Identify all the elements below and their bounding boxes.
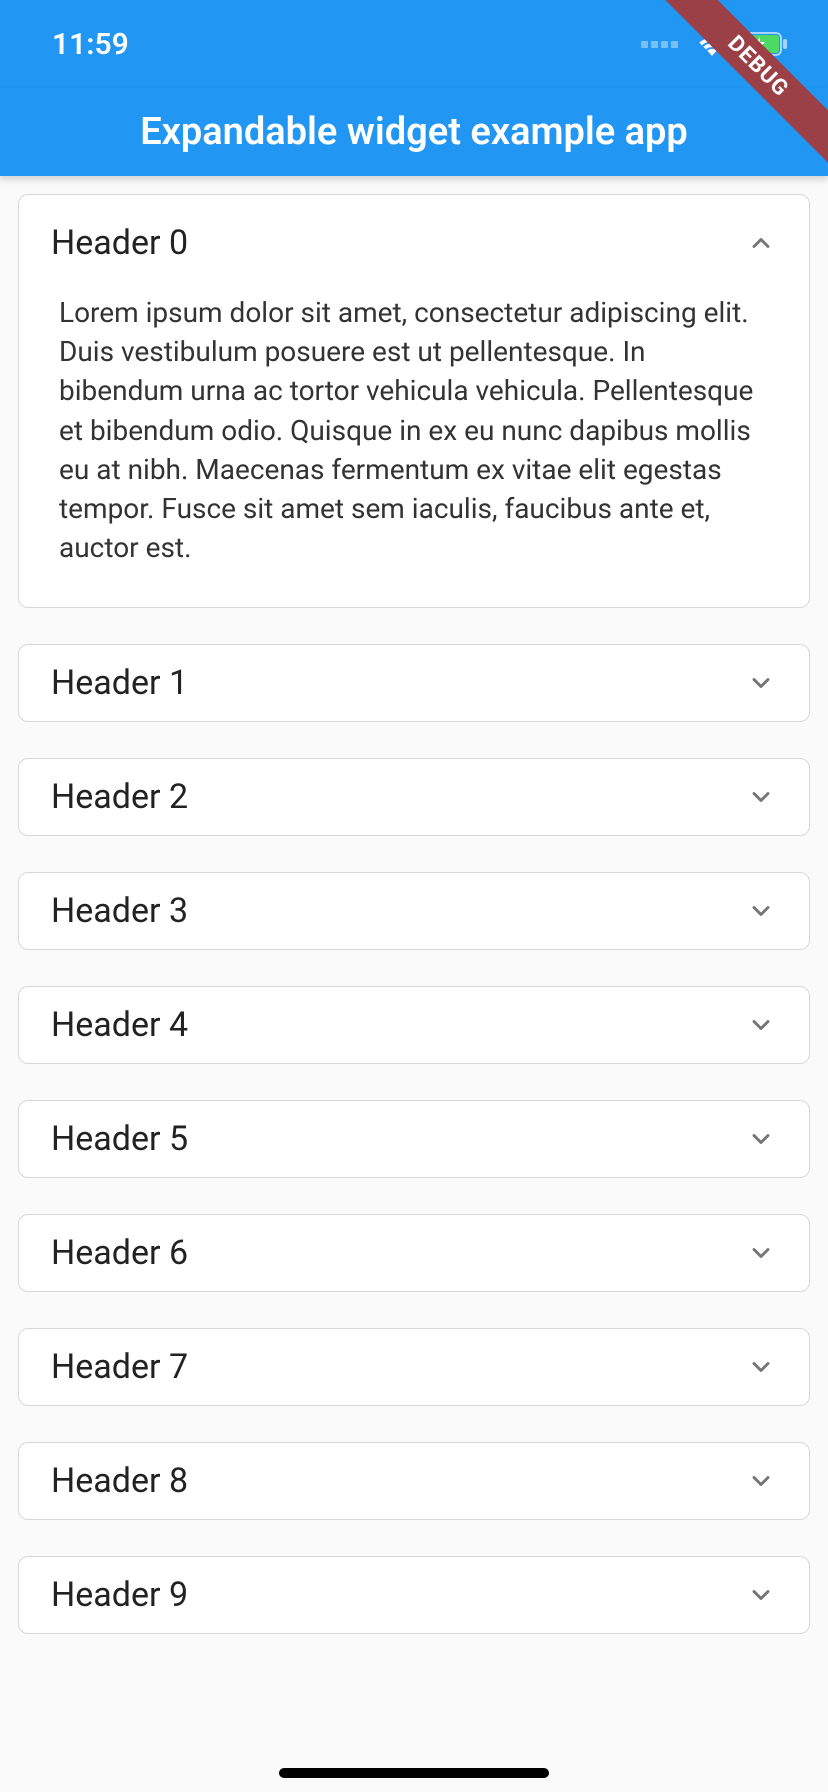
expandable-header[interactable]: Header 2 bbox=[19, 759, 809, 835]
expandable-header[interactable]: Header 4 bbox=[19, 987, 809, 1063]
chevron-down-icon bbox=[745, 1465, 777, 1497]
chevron-down-icon bbox=[745, 781, 777, 813]
card-title: Header 3 bbox=[51, 891, 188, 931]
status-time: 11:59 bbox=[52, 27, 129, 62]
expandable-item-7: Header 7 bbox=[18, 1328, 810, 1406]
expandable-item-9: Header 9 bbox=[18, 1556, 810, 1634]
chevron-down-icon bbox=[745, 667, 777, 699]
card-title: Header 6 bbox=[51, 1233, 188, 1273]
card-title: Header 4 bbox=[51, 1005, 188, 1045]
app-bar: Expandable widget example app bbox=[0, 88, 828, 176]
expandable-item-5: Header 5 bbox=[18, 1100, 810, 1178]
card-title: Header 1 bbox=[51, 663, 188, 703]
expandable-list[interactable]: Header 0 Lorem ipsum dolor sit amet, con… bbox=[0, 176, 828, 1688]
chevron-up-icon bbox=[745, 227, 777, 259]
chevron-down-icon bbox=[745, 1237, 777, 1269]
expandable-header[interactable]: Header 0 bbox=[19, 195, 809, 283]
chevron-down-icon bbox=[745, 1123, 777, 1155]
card-title: Header 0 bbox=[51, 223, 188, 263]
expandable-item-0: Header 0 Lorem ipsum dolor sit amet, con… bbox=[18, 194, 810, 608]
expandable-item-1: Header 1 bbox=[18, 644, 810, 722]
card-body: Lorem ipsum dolor sit amet, consectetur … bbox=[19, 283, 809, 607]
card-title: Header 5 bbox=[51, 1119, 188, 1159]
chevron-down-icon bbox=[745, 1009, 777, 1041]
expandable-item-8: Header 8 bbox=[18, 1442, 810, 1520]
status-bar: 11:59 bbox=[0, 0, 828, 88]
expandable-item-6: Header 6 bbox=[18, 1214, 810, 1292]
card-title: Header 7 bbox=[51, 1347, 188, 1387]
expandable-header[interactable]: Header 6 bbox=[19, 1215, 809, 1291]
card-title: Header 9 bbox=[51, 1575, 188, 1615]
expandable-item-3: Header 3 bbox=[18, 872, 810, 950]
app-title: Expandable widget example app bbox=[140, 110, 688, 154]
status-indicators bbox=[641, 31, 788, 57]
expandable-header[interactable]: Header 9 bbox=[19, 1557, 809, 1633]
expandable-item-2: Header 2 bbox=[18, 758, 810, 836]
chevron-down-icon bbox=[745, 1579, 777, 1611]
chevron-down-icon bbox=[745, 1351, 777, 1383]
expandable-item-4: Header 4 bbox=[18, 986, 810, 1064]
expandable-header[interactable]: Header 1 bbox=[19, 645, 809, 721]
wifi-icon bbox=[696, 31, 728, 57]
chevron-down-icon bbox=[745, 895, 777, 927]
home-indicator[interactable] bbox=[279, 1768, 549, 1778]
card-title: Header 2 bbox=[51, 777, 188, 817]
expandable-header[interactable]: Header 8 bbox=[19, 1443, 809, 1519]
battery-icon bbox=[738, 32, 788, 56]
card-title: Header 8 bbox=[51, 1461, 188, 1501]
cellular-signal-icon bbox=[641, 41, 678, 48]
expandable-header[interactable]: Header 5 bbox=[19, 1101, 809, 1177]
expandable-header[interactable]: Header 7 bbox=[19, 1329, 809, 1405]
expandable-header[interactable]: Header 3 bbox=[19, 873, 809, 949]
